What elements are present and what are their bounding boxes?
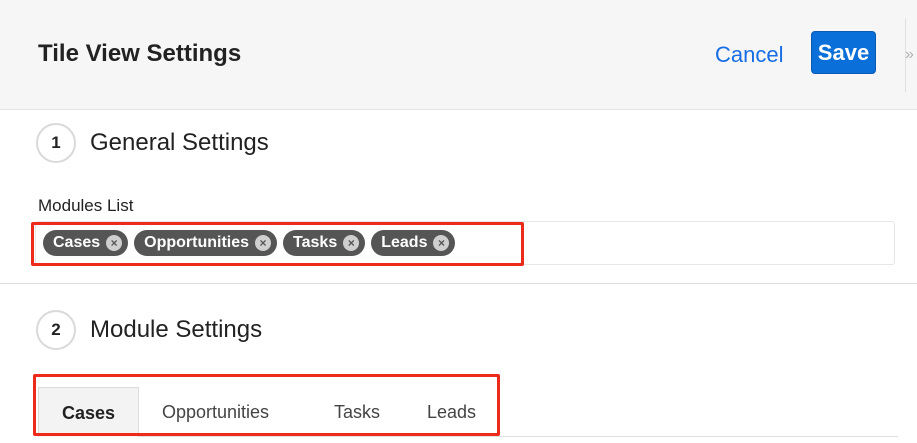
step-general-settings: 1 General Settings [36, 123, 636, 167]
save-button[interactable]: Save [811, 31, 876, 74]
collapse-icon[interactable]: » [905, 46, 914, 64]
step-title: General Settings [90, 129, 269, 156]
page-title: Tile View Settings [38, 40, 242, 67]
step-number-badge: 2 [36, 310, 76, 350]
step-number-badge: 1 [36, 123, 76, 163]
highlight-box [31, 222, 524, 266]
page-header: Tile View Settings Cancel Save » [0, 0, 917, 110]
cancel-button[interactable]: Cancel [715, 42, 783, 68]
modules-list-label: Modules List [38, 196, 134, 215]
section-divider [0, 283, 917, 284]
highlight-box [33, 374, 500, 436]
step-title: Module Settings [90, 316, 263, 343]
step-module-settings: 2 Module Settings [36, 310, 636, 354]
